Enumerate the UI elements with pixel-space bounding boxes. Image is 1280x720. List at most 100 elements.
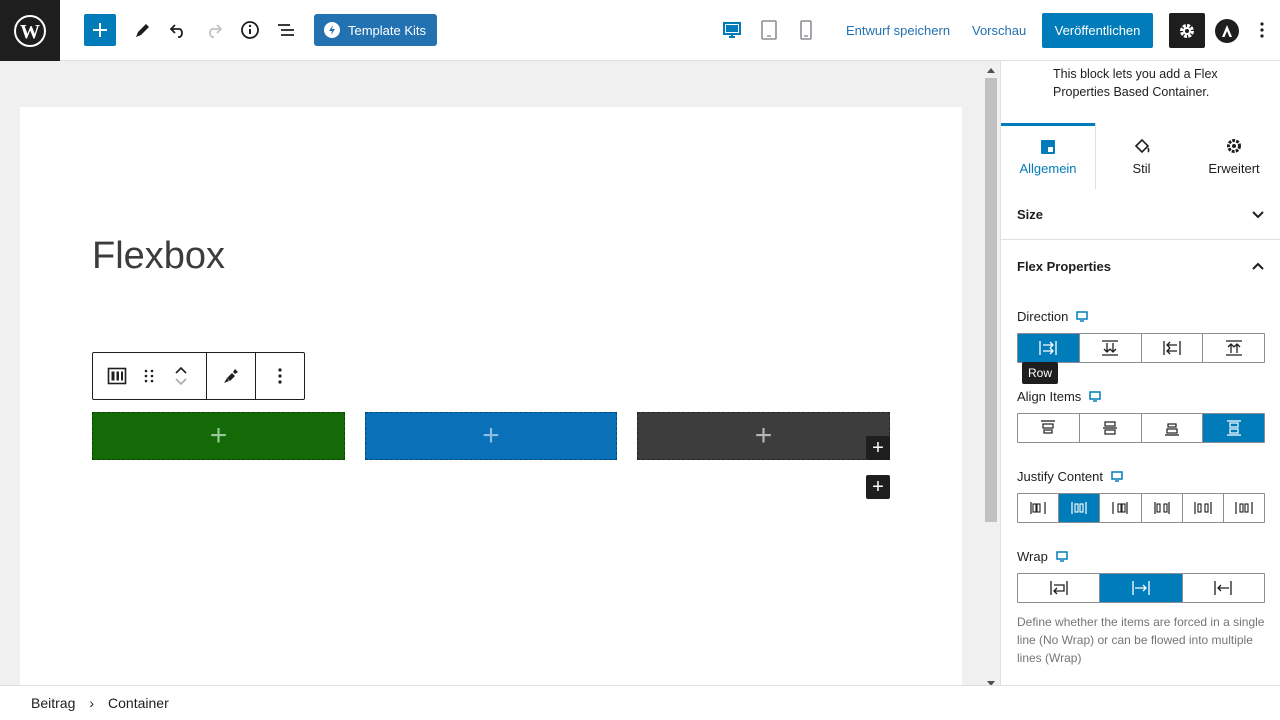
justify-start-button[interactable] — [1018, 494, 1060, 522]
template-kits-icon — [324, 22, 340, 38]
flex-properties-panel-toggle[interactable]: Flex Properties — [1001, 241, 1280, 291]
responsive-desktop-icon[interactable] — [1056, 551, 1068, 562]
direction-tooltip: Row — [1022, 362, 1059, 384]
flex-column-blue[interactable]: + — [365, 412, 617, 460]
justify-end-icon — [1112, 502, 1129, 514]
direction-row-reverse-button[interactable] — [1142, 334, 1204, 362]
redo-icon — [209, 24, 223, 38]
justify-space-between-icon — [1153, 502, 1170, 514]
panel-title: Size — [1017, 207, 1044, 222]
responsive-desktop-icon[interactable] — [1076, 311, 1089, 322]
justify-center-button[interactable] — [1059, 494, 1101, 522]
breadcrumb-item-beitrag[interactable]: Beitrag — [31, 695, 75, 711]
responsive-desktop-icon[interactable] — [1111, 471, 1123, 482]
mobile-preview-button[interactable] — [794, 18, 818, 42]
wordpress-logo-icon[interactable]: W — [0, 0, 60, 61]
preview-button[interactable]: Vorschau — [972, 23, 1026, 38]
tab-label: Allgemein — [1019, 161, 1077, 176]
panel-title: Flex Properties — [1017, 258, 1111, 274]
canvas-scrollbar-thumb[interactable] — [985, 78, 997, 522]
tablet-icon — [761, 20, 777, 40]
move-buttons[interactable] — [169, 353, 193, 399]
wrap-button-group — [1017, 573, 1265, 603]
direction-column-reverse-button[interactable] — [1203, 334, 1264, 362]
details-button[interactable] — [234, 14, 266, 46]
justify-content-button-group — [1017, 493, 1265, 523]
tablet-preview-button[interactable] — [757, 18, 781, 42]
direction-column-button[interactable] — [1080, 334, 1142, 362]
save-draft-button[interactable]: Entwurf speichern — [846, 23, 950, 38]
control-label: Align Items — [1017, 389, 1082, 404]
gear-icon — [1227, 138, 1241, 153]
redo-button[interactable] — [198, 14, 230, 46]
nowrap-button[interactable] — [1100, 574, 1183, 602]
add-inner-block-icon[interactable]: + — [755, 421, 773, 451]
column-appender-button[interactable]: + — [866, 436, 890, 460]
block-toolbar — [92, 352, 305, 400]
size-panel-toggle[interactable]: Size — [1001, 190, 1280, 240]
astra-icon — [1222, 25, 1232, 37]
wrap-help-text: Define whether the items are forced in a… — [1017, 615, 1265, 665]
justify-space-between-button[interactable] — [1142, 494, 1183, 522]
align-center-icon — [1103, 421, 1118, 435]
more-vertical-icon — [278, 368, 282, 384]
pencil-icon — [136, 24, 149, 37]
responsive-desktop-icon[interactable] — [1089, 391, 1102, 402]
drag-handle[interactable] — [139, 353, 159, 399]
move-down-icon[interactable] — [174, 378, 188, 386]
tab-label: Stil — [1132, 160, 1151, 176]
justify-end-button[interactable] — [1100, 494, 1142, 522]
flex-column-green[interactable]: + — [92, 412, 345, 460]
tab-allgemein[interactable]: Allgemein — [1001, 123, 1095, 189]
chevron-up-icon — [1252, 262, 1264, 270]
block-options-button[interactable] — [278, 353, 282, 399]
settings-button[interactable] — [1169, 13, 1205, 48]
publish-button[interactable]: Veröffentlichen — [1042, 13, 1153, 48]
undo-button[interactable] — [162, 14, 194, 46]
block-type-button[interactable] — [105, 353, 129, 399]
editor-canvas: Flexbox + + + + + — [0, 61, 984, 685]
justify-start-icon — [1030, 502, 1046, 514]
justify-space-evenly-button[interactable] — [1224, 494, 1264, 522]
direction-row-button[interactable] — [1018, 334, 1080, 362]
wrap-button[interactable] — [1018, 574, 1101, 602]
wrap-reverse-button[interactable] — [1183, 574, 1264, 602]
desktop-preview-button[interactable] — [720, 18, 744, 42]
direction-column-reverse-icon — [1225, 340, 1242, 356]
astra-settings-button[interactable] — [1215, 19, 1239, 43]
chevron-right-icon: › — [89, 695, 95, 711]
flex-column-dark[interactable]: + — [637, 412, 890, 460]
direction-row-reverse-icon — [1163, 341, 1181, 355]
styles-button[interactable] — [221, 353, 241, 399]
scroll-up-icon[interactable] — [986, 66, 996, 74]
add-inner-block-icon[interactable]: + — [210, 421, 228, 451]
align-start-button[interactable] — [1018, 414, 1080, 442]
add-inner-block-icon[interactable]: + — [482, 421, 500, 451]
align-start-icon — [1041, 420, 1056, 434]
justify-space-around-icon — [1194, 502, 1212, 514]
mobile-icon — [800, 20, 812, 40]
template-kits-button[interactable]: Template Kits — [314, 14, 437, 46]
wrap-reverse-icon — [1214, 581, 1232, 595]
breadcrumb-item-container[interactable]: Container — [108, 695, 169, 711]
undo-icon — [169, 24, 183, 38]
block-description: This block lets you add a Flex Propertie… — [1053, 67, 1218, 99]
justify-space-around-button[interactable] — [1183, 494, 1224, 522]
block-appender-button[interactable]: + — [866, 475, 890, 499]
post-title[interactable]: Flexbox — [92, 235, 225, 278]
list-view-button[interactable] — [270, 14, 302, 46]
align-end-icon — [1164, 423, 1179, 436]
align-stretch-button[interactable] — [1203, 414, 1264, 442]
direction-column-icon — [1102, 340, 1119, 356]
more-options-button[interactable] — [1252, 18, 1272, 42]
move-up-icon[interactable] — [174, 366, 188, 374]
align-center-button[interactable] — [1080, 414, 1142, 442]
brush-icon — [224, 369, 238, 383]
align-items-button-group — [1017, 413, 1265, 443]
tab-erweitert[interactable]: Erweitert — [1187, 123, 1280, 189]
edit-tool-button[interactable] — [126, 14, 158, 46]
align-end-button[interactable] — [1142, 414, 1204, 442]
editor-page: Flexbox + + + + + — [20, 107, 962, 685]
tab-stil[interactable]: Stil — [1095, 123, 1187, 189]
add-block-button[interactable] — [84, 14, 116, 46]
